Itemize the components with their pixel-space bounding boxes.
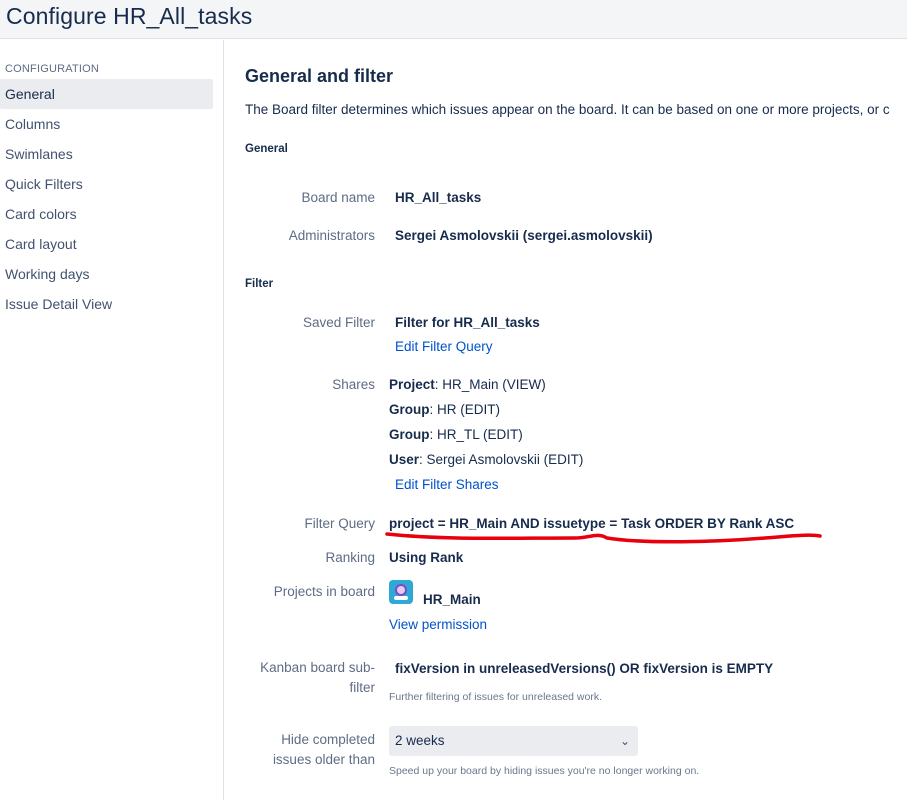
page-title: Configure HR_All_tasks <box>6 3 253 29</box>
share-value: : Sergei Asmolovskii (EDIT) <box>419 452 584 467</box>
share-value: : HR_TL (EDIT) <box>429 427 523 442</box>
sidebar-heading: CONFIGURATION <box>5 63 100 75</box>
board-name-label: Board name <box>301 190 375 205</box>
share-line: Group: HR (EDIT) <box>389 402 500 417</box>
ranking-label: Ranking <box>325 550 375 565</box>
projects-in-board-label: Projects in board <box>273 584 375 599</box>
filter-query-value[interactable]: project = HR_Main AND issuetype = Task O… <box>389 516 794 531</box>
administrators-value[interactable]: Sergei Asmolovskii (sergei.asmolovskii) <box>395 228 653 243</box>
share-value: : HR_Main (VIEW) <box>434 377 546 392</box>
general-heading: General <box>245 143 288 155</box>
section-title: General and filter <box>245 66 394 86</box>
intro-text: The Board filter determines which issues… <box>245 102 890 117</box>
share-type: Group <box>389 402 430 417</box>
project-name[interactable]: HR_Main <box>423 592 481 607</box>
sidebar-item-card-colors[interactable]: Card colors <box>0 199 213 229</box>
kanban-subfilter-label: Kanban board sub- filter <box>260 658 375 698</box>
chevron-down-icon: ⌄ <box>619 734 630 748</box>
hide-completed-value: 2 weeks <box>395 733 445 748</box>
kanban-subfilter-value[interactable]: fixVersion in unreleasedVersions() OR fi… <box>395 661 773 676</box>
configuration-sidebar: CONFIGURATION General Columns Swimlanes … <box>0 40 224 800</box>
share-type: User <box>389 452 420 467</box>
sidebar-item-columns[interactable]: Columns <box>0 109 213 139</box>
filter-heading: Filter <box>245 278 274 290</box>
label-line: filter <box>349 680 375 695</box>
board-name-value[interactable]: HR_All_tasks <box>395 190 481 205</box>
share-type: Group <box>389 427 430 442</box>
share-line: Project: HR_Main (VIEW) <box>389 377 546 392</box>
hide-completed-label: Hide completed issues older than <box>273 730 375 770</box>
edit-filter-query-link[interactable]: Edit Filter Query <box>395 339 493 354</box>
share-line: User: Sergei Asmolovskii (EDIT) <box>389 452 583 467</box>
sidebar-item-general[interactable]: General <box>0 79 213 109</box>
sidebar-item-working-days[interactable]: Working days <box>0 259 213 289</box>
label-line: Hide completed <box>281 732 375 747</box>
share-type: Project <box>389 377 435 392</box>
saved-filter-value[interactable]: Filter for HR_All_tasks <box>395 315 540 330</box>
share-value: : HR (EDIT) <box>429 402 501 417</box>
edit-filter-shares-link[interactable]: Edit Filter Shares <box>395 477 499 492</box>
administrators-label: Administrators <box>288 228 375 243</box>
filter-query-label: Filter Query <box>304 516 375 531</box>
kanban-subfilter-hint: Further filtering of issues for unreleas… <box>389 691 603 703</box>
sidebar-item-card-layout[interactable]: Card layout <box>0 229 213 259</box>
hide-completed-hint: Speed up your board by hiding issues you… <box>389 765 700 777</box>
label-line: Kanban board sub- <box>260 660 375 675</box>
page-header: Configure HR_All_tasks <box>0 0 907 39</box>
sidebar-item-issue-detail-view[interactable]: Issue Detail View <box>0 289 213 319</box>
hide-completed-select[interactable]: 2 weeks ⌄ <box>389 726 638 756</box>
sidebar-item-swimlanes[interactable]: Swimlanes <box>0 139 213 169</box>
main-content: General and filter The Board filter dete… <box>225 40 907 800</box>
share-line: Group: HR_TL (EDIT) <box>389 427 523 442</box>
label-line: issues older than <box>272 752 375 767</box>
saved-filter-label: Saved Filter <box>302 315 375 330</box>
project-avatar-icon[interactable] <box>389 580 413 604</box>
ranking-value: Using Rank <box>389 550 464 565</box>
sidebar-item-quick-filters[interactable]: Quick Filters <box>0 169 213 199</box>
shares-label: Shares <box>332 377 375 392</box>
view-permission-link[interactable]: View permission <box>389 617 487 632</box>
